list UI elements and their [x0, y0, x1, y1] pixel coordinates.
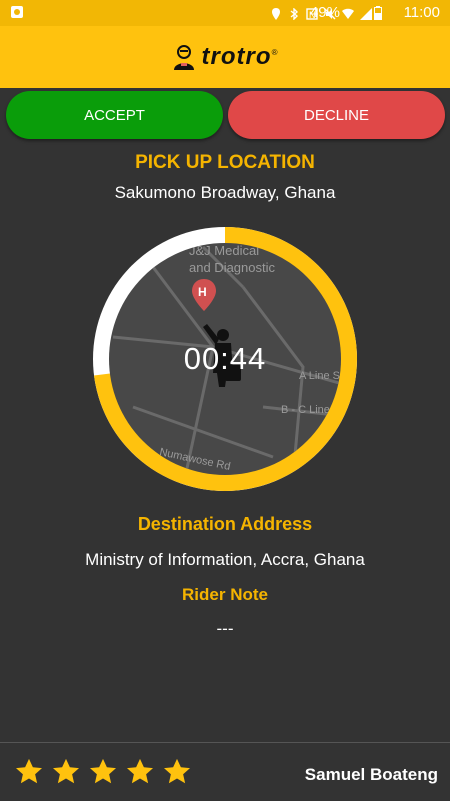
bluetooth-icon — [288, 7, 300, 21]
app-bar: trotro® — [0, 26, 450, 88]
rider-note-heading: Rider Note — [182, 585, 268, 604]
rider-note-text: --- — [216, 619, 234, 638]
star-icon — [53, 758, 79, 784]
battery-level: 49% — [309, 4, 340, 21]
star-icon — [164, 758, 190, 784]
destination-heading: Destination Address — [137, 514, 313, 534]
driver-icon — [172, 44, 196, 70]
pickup-heading: PICK UP LOCATION — [135, 152, 315, 173]
star-icon — [16, 758, 42, 784]
pickup-address: Sakumono Broadway, Ghana — [114, 183, 336, 202]
wifi-icon — [342, 7, 354, 19]
location-icon — [270, 7, 282, 20]
status-bar: N 49% 11:00 — [0, 0, 450, 26]
notification-icon — [10, 4, 24, 20]
signal-icon — [360, 7, 372, 20]
rider-info-bar: Samuel Boateng — [0, 742, 450, 801]
clock: 11:00 — [403, 4, 440, 21]
star-icon — [90, 758, 116, 784]
registered-mark: ® — [271, 48, 279, 57]
request-timer: J&J Medical and Diagnostic A Line St B -… — [93, 227, 357, 491]
star-icon — [127, 758, 153, 784]
trotro-logo: trotro® — [172, 43, 279, 71]
rider-rating — [14, 757, 192, 787]
countdown-timer: 00:44 — [183, 341, 267, 376]
battery-icon — [374, 6, 386, 20]
rider-name: Samuel Boateng — [304, 765, 438, 784]
logo-text: trotro — [201, 43, 272, 70]
accept-button[interactable]: ACCEPT — [6, 91, 223, 139]
decline-button[interactable]: DECLINE — [228, 91, 445, 139]
destination-address: Ministry of Information, Accra, Ghana — [85, 550, 365, 569]
